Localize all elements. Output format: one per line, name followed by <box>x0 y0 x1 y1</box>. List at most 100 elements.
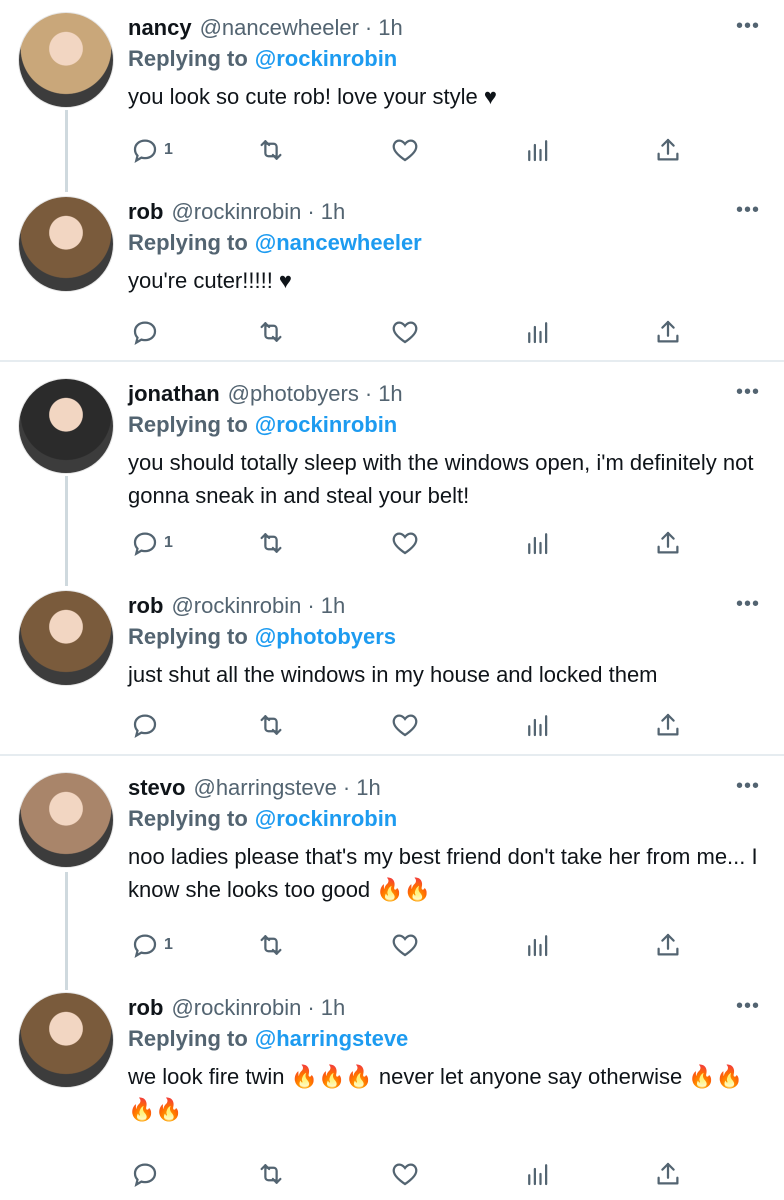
heart-icon <box>390 930 420 960</box>
retweet-icon <box>256 930 286 960</box>
timestamp[interactable]: 1h <box>378 381 402 407</box>
like-button[interactable] <box>390 132 420 168</box>
like-button[interactable] <box>390 1156 420 1192</box>
more-icon[interactable]: ••• <box>736 996 760 1016</box>
share-icon <box>653 317 683 347</box>
heart-icon <box>390 528 420 558</box>
analytics-button[interactable] <box>523 927 553 963</box>
more-icon[interactable]: ••• <box>736 16 760 36</box>
tweet-text: noo ladies please that's my best friend … <box>128 844 758 902</box>
share-button[interactable] <box>653 132 683 168</box>
replying-label: Replying to <box>128 1026 248 1051</box>
mention-link[interactable]: @rockinrobin <box>255 806 397 832</box>
display-name[interactable]: jonathan <box>128 381 220 407</box>
tweet-body: nancy @nancewheeler · 1h ••• Replying to @rock… <box>128 12 764 113</box>
mention-link[interactable]: @photobyers <box>255 624 396 650</box>
more-icon[interactable]: ••• <box>736 382 760 402</box>
avatar[interactable] <box>18 12 114 108</box>
replying-to: Replying to @rockinrobin <box>128 44 764 74</box>
tweet-body: stevo @harringsteve · 1h ••• Replying to @rock… <box>128 772 764 906</box>
retweet-button[interactable] <box>256 1156 286 1192</box>
user-handle[interactable]: @photobyers <box>228 381 359 407</box>
replying-label: Replying to <box>128 624 248 649</box>
analytics-icon <box>523 710 553 740</box>
user-handle[interactable]: @rockinrobin <box>171 593 301 619</box>
display-name[interactable]: nancy <box>128 15 192 41</box>
like-button[interactable] <box>390 707 420 743</box>
share-icon <box>653 710 683 740</box>
user-handle[interactable]: @nancewheeler <box>200 15 359 41</box>
tweet-body: jonathan @photobyers · 1h ••• Replying to @roc… <box>128 378 764 512</box>
replying-to: Replying to @photobyers <box>128 622 764 652</box>
retweet-button[interactable] <box>256 707 286 743</box>
timestamp[interactable]: 1h <box>321 995 345 1021</box>
share-button[interactable] <box>653 927 683 963</box>
timestamp[interactable]: 1h <box>378 15 402 41</box>
reply-button[interactable]: 1 <box>130 927 173 963</box>
analytics-button[interactable] <box>523 707 553 743</box>
mention-link[interactable]: @rockinrobin <box>255 412 397 438</box>
analytics-button[interactable] <box>523 314 553 350</box>
mention-link[interactable]: @rockinrobin <box>255 46 397 72</box>
share-button[interactable] <box>653 1156 683 1192</box>
analytics-icon <box>523 1159 553 1189</box>
avatar[interactable] <box>18 196 114 292</box>
display-name[interactable]: rob <box>128 199 163 225</box>
retweet-icon <box>256 317 286 347</box>
heart-icon <box>390 1159 420 1189</box>
timestamp[interactable]: 1h <box>321 199 345 225</box>
reply-button[interactable]: 1 <box>130 132 173 168</box>
mention-link[interactable]: @harringsteve <box>255 1026 409 1052</box>
retweet-button[interactable] <box>256 314 286 350</box>
tweet-header: rob @rockinrobin · 1h <box>128 992 764 1024</box>
share-icon <box>653 135 683 165</box>
retweet-button[interactable] <box>256 927 286 963</box>
display-name[interactable]: rob <box>128 995 163 1021</box>
avatar[interactable] <box>18 378 114 474</box>
user-handle[interactable]: @harringsteve <box>193 775 336 801</box>
retweet-button[interactable] <box>256 132 286 168</box>
separator-dot: · <box>307 995 315 1020</box>
share-button[interactable] <box>653 707 683 743</box>
timestamp[interactable]: 1h <box>321 593 345 619</box>
tweet-header: nancy @nancewheeler · 1h <box>128 12 764 44</box>
reply-button[interactable] <box>130 1156 164 1192</box>
display-name[interactable]: rob <box>128 593 163 619</box>
display-name[interactable]: stevo <box>128 775 185 801</box>
tweet-header: rob @rockinrobin · 1h <box>128 196 764 228</box>
like-button[interactable] <box>390 314 420 350</box>
retweet-icon <box>256 528 286 558</box>
more-icon[interactable]: ••• <box>736 200 760 220</box>
reply-button[interactable] <box>130 707 164 743</box>
retweet-icon <box>256 710 286 740</box>
tweet-body: rob @rockinrobin · 1h ••• Replying to @harring… <box>128 992 764 1126</box>
share-button[interactable] <box>653 314 683 350</box>
avatar[interactable] <box>18 772 114 868</box>
mention-link[interactable]: @nancewheeler <box>255 230 422 256</box>
reply-count: 1 <box>164 141 173 158</box>
tweet-actions: 1 <box>128 132 728 168</box>
like-button[interactable] <box>390 525 420 561</box>
retweet-button[interactable] <box>256 525 286 561</box>
like-button[interactable] <box>390 927 420 963</box>
analytics-button[interactable] <box>523 525 553 561</box>
share-icon <box>653 1159 683 1189</box>
timestamp[interactable]: 1h <box>356 775 380 801</box>
reply-button[interactable]: 1 <box>130 525 173 561</box>
avatar[interactable] <box>18 992 114 1088</box>
tweet-header: stevo @harringsteve · 1h <box>128 772 764 804</box>
tweet-actions: 1 <box>128 525 728 561</box>
heart-icon <box>390 135 420 165</box>
reply-button[interactable] <box>130 314 164 350</box>
more-icon[interactable]: ••• <box>736 594 760 614</box>
user-handle[interactable]: @rockinrobin <box>171 199 301 225</box>
analytics-button[interactable] <box>523 1156 553 1192</box>
analytics-icon <box>523 317 553 347</box>
tweet-text: you're cuter!!!!! ♥ <box>128 268 292 293</box>
avatar[interactable] <box>18 590 114 686</box>
more-icon[interactable]: ••• <box>736 776 760 796</box>
user-handle[interactable]: @rockinrobin <box>171 995 301 1021</box>
share-button[interactable] <box>653 525 683 561</box>
analytics-button[interactable] <box>523 132 553 168</box>
replying-label: Replying to <box>128 806 248 831</box>
